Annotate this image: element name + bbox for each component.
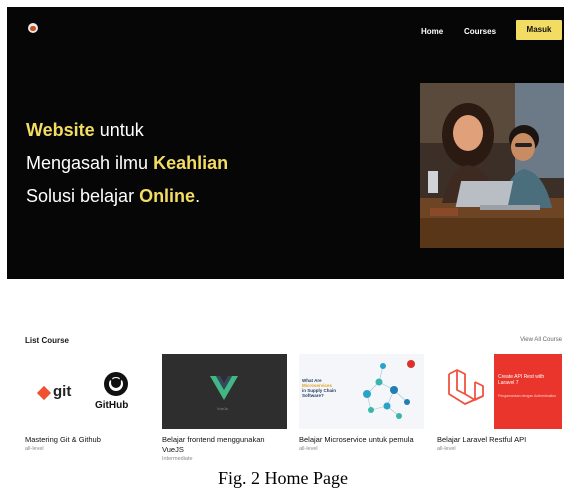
thumb-text: VueJs xyxy=(217,406,228,411)
headline-text: . xyxy=(195,186,201,206)
headline-accent-keahlian: Keahlian xyxy=(153,153,229,173)
vue-logo-icon xyxy=(210,376,238,400)
hero-headline-line-2: Mengasah ilmu Keahlian xyxy=(26,152,228,174)
course-card[interactable]: VueJs Belajar frontend menggunakan VueJS… xyxy=(162,354,287,462)
course-card[interactable]: Create API Rest with Laravel 7 Pengamank… xyxy=(437,354,562,452)
course-title: Belajar Laravel Restful API xyxy=(437,435,527,444)
course-thumbnail: Create API Rest with Laravel 7 Pengamank… xyxy=(437,354,562,429)
course-level: all-level xyxy=(299,446,318,452)
logo-mark xyxy=(30,26,36,31)
course-level: Intermediate xyxy=(162,456,193,462)
thumb-text: GitHub xyxy=(95,400,129,411)
headline-accent-online: Online xyxy=(139,186,196,206)
nav-courses-link[interactable]: Courses xyxy=(464,27,496,37)
course-title: Belajar Microservice untuk pemula xyxy=(299,435,414,444)
course-level: all-level xyxy=(25,446,44,452)
course-title: Belajar frontend menggunakan VueJS xyxy=(162,435,265,454)
hero-photo xyxy=(420,83,564,248)
git-logo-icon xyxy=(36,385,52,401)
github-octocat-icon xyxy=(104,372,128,396)
thumb-text: git xyxy=(53,383,72,400)
course-card[interactable]: What Are Microservices in Supply Chain S… xyxy=(299,354,424,452)
nav-home-link[interactable]: Home xyxy=(421,27,443,37)
course-list-title: List Course xyxy=(25,336,70,345)
view-all-courses-link[interactable]: View All Course xyxy=(520,337,562,343)
headline-accent-website: Website xyxy=(26,120,95,140)
headline-text: untuk xyxy=(94,120,144,140)
login-button[interactable]: Masuk xyxy=(516,20,562,40)
microservice-network-illustration xyxy=(363,360,415,419)
course-card[interactable]: git GitHub Mastering Git & Github all-le… xyxy=(25,354,150,452)
brand-logo[interactable] xyxy=(28,23,38,33)
course-thumbnail: VueJs xyxy=(162,354,287,429)
hero-section: Home Courses Masuk Website untuk Mengasa… xyxy=(7,7,564,279)
figure-caption: Fig. 2 Home Page xyxy=(218,468,348,488)
hero-headline-line-1: Website untuk xyxy=(26,119,144,141)
course-thumbnail: What Are Microservices in Supply Chain S… xyxy=(299,354,424,429)
laravel-logo-icon xyxy=(448,369,484,405)
course-thumbnail: git GitHub xyxy=(25,354,150,429)
headline-text: Mengasah ilmu xyxy=(26,153,154,173)
students-with-laptop-illustration xyxy=(420,83,564,248)
headline-text: Solusi belajar xyxy=(26,186,140,206)
thumb-text: Create API Rest with Laravel 7 xyxy=(498,374,545,386)
course-level: all-level xyxy=(437,446,456,452)
course-banner: Create API Rest with Laravel 7 Pengamank… xyxy=(494,354,562,429)
course-title: Mastering Git & Github xyxy=(25,435,101,444)
thumb-text: Pengamankan dengan Authentication xyxy=(498,394,557,398)
hero-headline-line-3: Solusi belajar Online. xyxy=(26,185,200,207)
